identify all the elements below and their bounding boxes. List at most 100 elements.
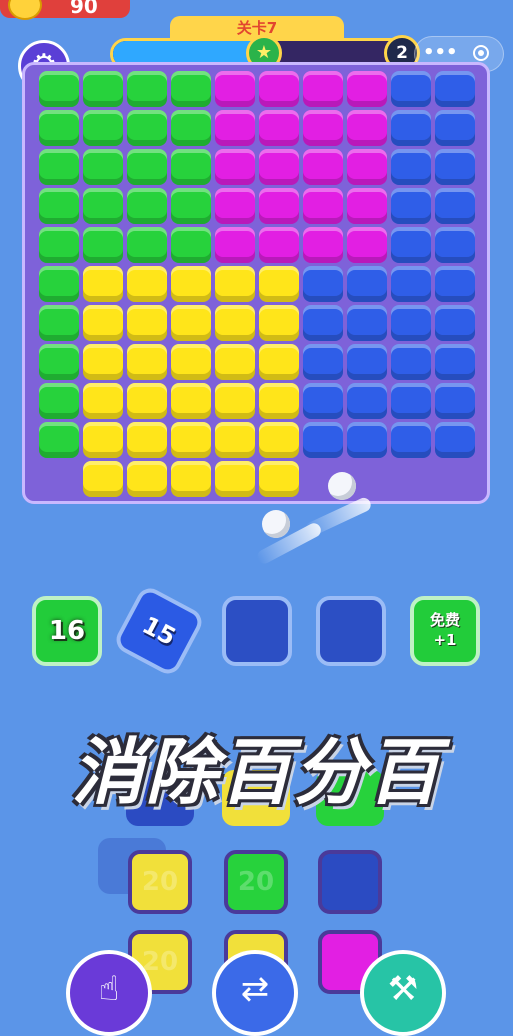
blue-cube[interactable]: [391, 227, 431, 263]
green-cube[interactable]: [83, 188, 123, 224]
hint-tool-button[interactable]: ☝: [66, 950, 152, 1036]
blue-cube[interactable]: [391, 266, 431, 302]
slot-2-cube[interactable]: 15: [111, 583, 207, 679]
hammer-tool-button[interactable]: ⚒: [360, 950, 446, 1036]
green-cube[interactable]: [39, 110, 79, 146]
yellow-cube[interactable]: [259, 422, 299, 458]
blue-cube[interactable]: [391, 71, 431, 107]
blue-cube[interactable]: [391, 344, 431, 380]
blue-cube[interactable]: [391, 188, 431, 224]
record-icon[interactable]: [473, 45, 489, 61]
blue-cube[interactable]: [435, 422, 475, 458]
green-cube[interactable]: [39, 305, 79, 341]
magenta-cube[interactable]: [259, 71, 299, 107]
magenta-cube[interactable]: [259, 227, 299, 263]
blue-cube[interactable]: [435, 71, 475, 107]
magenta-cube[interactable]: [215, 149, 255, 185]
green-cube[interactable]: [83, 71, 123, 107]
yellow-cube[interactable]: [127, 305, 167, 341]
green-cube[interactable]: [39, 344, 79, 380]
blue-cube[interactable]: [303, 422, 343, 458]
yellow-cube[interactable]: [259, 266, 299, 302]
yellow-cube[interactable]: [127, 383, 167, 419]
green-cube[interactable]: [83, 227, 123, 263]
magenta-cube[interactable]: [215, 71, 255, 107]
magenta-cube[interactable]: [347, 188, 387, 224]
magenta-cube[interactable]: [347, 227, 387, 263]
magenta-cube[interactable]: [259, 188, 299, 224]
green-cube[interactable]: [171, 227, 211, 263]
free-slot-button[interactable]: 免费 +1: [410, 596, 480, 666]
yellow-cube[interactable]: [215, 266, 255, 302]
yellow-cube[interactable]: [83, 344, 123, 380]
blue-cube[interactable]: [303, 383, 343, 419]
yellow-cube[interactable]: [171, 344, 211, 380]
green-cube[interactable]: [127, 110, 167, 146]
green-cube[interactable]: [83, 149, 123, 185]
blue-cube[interactable]: [435, 344, 475, 380]
blue-cube[interactable]: [435, 110, 475, 146]
yellow-cube[interactable]: [215, 344, 255, 380]
green-cube[interactable]: [39, 227, 79, 263]
yellow-cube[interactable]: [171, 461, 211, 497]
yellow-cube[interactable]: [171, 422, 211, 458]
yellow-cube[interactable]: [83, 461, 123, 497]
magenta-cube[interactable]: [215, 227, 255, 263]
green-cube[interactable]: [127, 227, 167, 263]
yellow-cube[interactable]: [259, 344, 299, 380]
yellow-cube[interactable]: [83, 266, 123, 302]
green-cube[interactable]: [171, 71, 211, 107]
yellow-cube[interactable]: [127, 461, 167, 497]
blue-cube[interactable]: [435, 227, 475, 263]
blue-cube[interactable]: [391, 110, 431, 146]
green-cube[interactable]: [127, 149, 167, 185]
green-cube[interactable]: [39, 266, 79, 302]
yellow-cube[interactable]: [127, 344, 167, 380]
yellow-cube[interactable]: [83, 422, 123, 458]
green-cube[interactable]: [171, 110, 211, 146]
yellow-cube[interactable]: [127, 266, 167, 302]
blue-cube[interactable]: [435, 305, 475, 341]
blue-cube[interactable]: [303, 305, 343, 341]
magenta-cube[interactable]: [347, 71, 387, 107]
green-cube[interactable]: [39, 188, 79, 224]
blue-cube[interactable]: [347, 344, 387, 380]
magenta-cube[interactable]: [303, 110, 343, 146]
green-cube[interactable]: [39, 149, 79, 185]
blue-cube[interactable]: [391, 149, 431, 185]
magenta-cube[interactable]: [347, 110, 387, 146]
blue-cube[interactable]: [347, 383, 387, 419]
green-cube[interactable]: [171, 188, 211, 224]
yellow-cube[interactable]: [127, 422, 167, 458]
magenta-cube[interactable]: [303, 149, 343, 185]
yellow-cube[interactable]: [259, 383, 299, 419]
yellow-cube[interactable]: [215, 461, 255, 497]
yellow-cube[interactable]: [215, 305, 255, 341]
green-cube[interactable]: [39, 422, 79, 458]
blue-cube[interactable]: [347, 305, 387, 341]
green-cube[interactable]: [39, 383, 79, 419]
green-cube[interactable]: [171, 149, 211, 185]
slot-1-cube[interactable]: 16: [32, 596, 102, 666]
yellow-cube[interactable]: [215, 422, 255, 458]
blue-cube[interactable]: [435, 383, 475, 419]
yellow-cube[interactable]: [171, 383, 211, 419]
green-cube[interactable]: [127, 188, 167, 224]
blue-cube[interactable]: [347, 266, 387, 302]
magenta-cube[interactable]: [259, 110, 299, 146]
blue-cube[interactable]: [435, 149, 475, 185]
yellow-cube[interactable]: [83, 305, 123, 341]
magenta-cube[interactable]: [215, 110, 255, 146]
blue-cube[interactable]: [303, 344, 343, 380]
shuffle-tool-button[interactable]: ⇄: [212, 950, 298, 1036]
magenta-cube[interactable]: [347, 149, 387, 185]
blue-cube[interactable]: [435, 266, 475, 302]
magenta-cube[interactable]: [303, 227, 343, 263]
magenta-cube[interactable]: [303, 188, 343, 224]
yellow-cube[interactable]: [83, 383, 123, 419]
blue-cube[interactable]: [391, 305, 431, 341]
magenta-cube[interactable]: [215, 188, 255, 224]
blue-cube[interactable]: [303, 266, 343, 302]
blue-cube[interactable]: [391, 422, 431, 458]
yellow-cube[interactable]: [259, 461, 299, 497]
